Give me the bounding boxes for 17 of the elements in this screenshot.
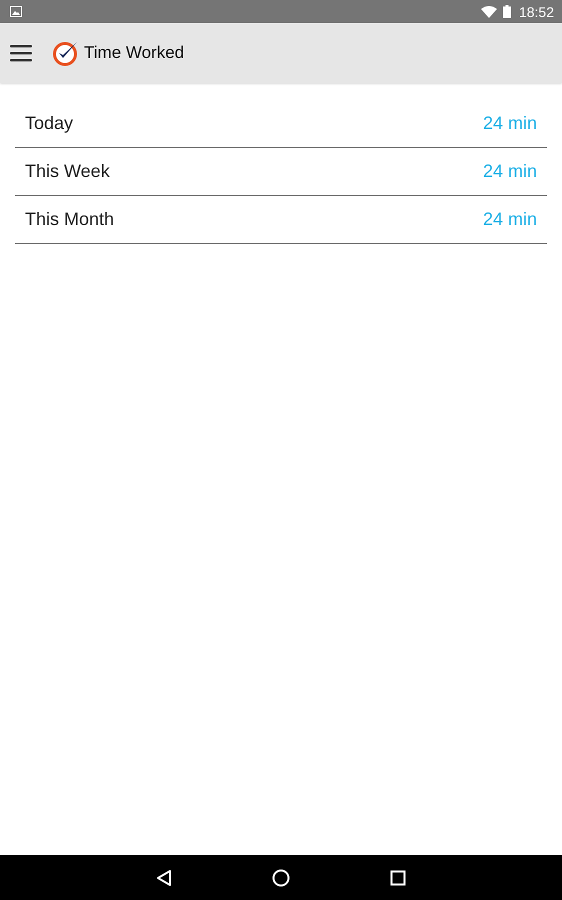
period-label: This Week [25, 161, 110, 182]
duration-value: 24 min [482, 161, 537, 182]
app-title: Time Worked [84, 43, 184, 63]
period-label: This Month [25, 209, 114, 230]
clock-check-icon [53, 40, 79, 66]
duration-value: 24 min [482, 113, 537, 134]
back-icon[interactable] [156, 868, 172, 886]
menu-icon [10, 44, 32, 62]
wifi-icon [480, 6, 497, 18]
menu-button[interactable] [10, 44, 32, 62]
home-icon[interactable] [272, 868, 290, 886]
status-time: 18:52 [518, 4, 554, 20]
battery-icon [502, 5, 511, 18]
period-label: Today [25, 113, 74, 134]
recents-icon[interactable] [390, 870, 406, 886]
duration-value: 24 min [482, 209, 537, 230]
image-icon [10, 6, 22, 17]
